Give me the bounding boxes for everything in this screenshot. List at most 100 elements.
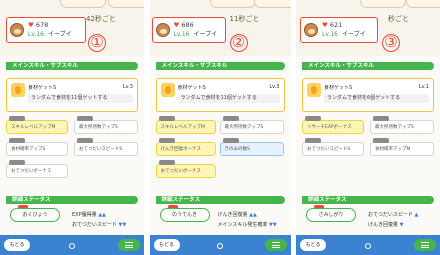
pokemon-name: イーブイ [193,31,218,38]
section-title: メインスキル・サブスキル [155,62,285,70]
menu-button[interactable] [264,239,287,251]
pokemon-panel-3: 秒ごと ♥ 621 Lv.16 イーブイ ③ メインスキル・サブスキル 食材ゲットS… [296,0,440,255]
decor-shape [209,0,256,8]
nature-pill[interactable]: さみしがり [306,208,356,222]
level-label: Lv.16 [173,31,190,38]
nature-pill[interactable]: のうてんき [159,208,210,222]
subskill-chip[interactable]: 食材確率アップM [370,138,434,156]
number-badge: ② [229,34,248,52]
stat-down-label: おてつだいスピード [72,222,117,228]
section-title: メインスキル・サブスキル [302,62,434,70]
stat-up-label: おてつだいスピード [368,212,413,218]
level-badge [222,116,239,121]
level-badge [222,138,239,143]
stats-title: 詳細ステータス [155,196,285,204]
level-badge [9,116,25,121]
main-skill-card[interactable]: 食材ゲットS Lv.3 ランダムで食材を11個ゲットする [6,78,138,112]
ingredient-icon [307,83,321,97]
decor-shape [360,0,406,8]
back-button[interactable]: もどる [4,239,30,251]
arrow-up-icon: ▲▲ [98,212,106,218]
level-badge [158,116,175,121]
subskill-chip[interactable]: 最大所持数アップS [370,116,434,134]
subskill-chip[interactable]: 食材確率アップS [6,138,68,156]
stat-down-label: メインスキル発生確率 [217,222,268,228]
home-dot-icon[interactable] [365,243,371,249]
back-button[interactable]: もどる [153,239,180,251]
subskill-chip[interactable]: おてつだいボーナス [155,160,216,178]
pokemon-icon [155,23,170,37]
level-badge [77,138,93,143]
menu-button[interactable] [414,239,436,251]
subskill-chip[interactable]: げんき回復ボーナス [155,138,216,156]
skill-description: ランダムで食材を11個ゲットする [177,94,280,103]
skill-name: 食材ゲットS [28,85,57,91]
arrow-down-icon: ▼▼ [269,222,277,228]
time-text: 秒ごと [388,15,409,23]
pokemon-icon [10,23,24,37]
pokemon-panel-1: 42秒ごと ♥ 678 Lv.16 イーブイ ① メインスキル・サブスキル 食材ゲッ… [0,0,144,255]
decor-shape [108,0,144,8]
subskill-chip[interactable]: おてつだいスピードS [302,138,364,156]
skill-level: Lv.3 [122,84,133,90]
skill-name: 食材ゲットS [324,85,353,91]
level-badge [373,116,389,121]
time-text: 42秒ごと [86,15,116,23]
bottom-bar: もどる [296,235,440,255]
level-badge [77,116,93,121]
level-label: Lv.16 [28,31,44,38]
number-badge: ③ [382,34,400,52]
pokemon-name: イーブイ [341,31,366,38]
home-dot-icon[interactable] [69,243,75,249]
pokemon-card[interactable]: ♥ 678 Lv.16 イーブイ [6,17,86,43]
skill-level: Lv.3 [269,84,280,90]
subskill-chip[interactable]: リサーチEXPボーナス [302,116,364,134]
bottom-bar: もどる [0,235,144,255]
pokemon-icon [304,23,318,37]
menu-button[interactable] [118,239,140,251]
number-badge: ① [88,34,106,52]
subskill-chip[interactable]: おてつだいスピードS [74,138,138,156]
level-label: Lv.16 [322,31,338,38]
level-badge [158,160,175,165]
subskill-chip[interactable]: 最大所持数アップS [74,116,138,134]
decor-shape [406,0,440,8]
stat-up-label: げんき回復量 [217,212,248,218]
subskill-chip[interactable]: おてつだいボーナス [6,160,68,178]
stats-title: 詳細ステータス [6,196,138,204]
skill-description: ランダムで食材を6個ゲットする [324,94,429,103]
bottom-bar: もどる [149,235,291,255]
main-skill-card[interactable]: 食材ゲットS Lv.1 ランダムで食材を6個ゲットする [302,78,434,112]
pokemon-card[interactable]: ♥ 621 Lv.16 イーブイ [300,17,378,43]
arrow-down-icon: ▼▼ [118,222,127,228]
cp-value: 621 [329,21,343,29]
heart-icon: ♥ [322,21,328,29]
section-title: メインスキル・サブスキル [6,62,138,70]
back-button[interactable]: もどる [300,239,326,251]
arrow-down-icon: ▼ [399,222,404,228]
subskill-chip[interactable]: スキルレベルアップM [6,116,68,134]
stat-down-label: げんき回復量 [368,222,399,228]
pokemon-name: イーブイ [47,31,72,38]
arrow-up-icon: ▲ [414,212,419,218]
subskill-chip[interactable]: きのみの数S [219,138,284,156]
skill-description: ランダムで食材を11個ゲットする [28,94,133,103]
decor-shape [253,0,291,8]
level-badge [305,138,321,143]
ingredient-icon [11,83,25,97]
home-dot-icon[interactable] [217,243,223,249]
cp-value: 686 [181,21,194,29]
level-badge [9,138,25,143]
subskill-chip[interactable]: 最大所持数アップS [219,116,284,134]
level-badge [373,138,389,143]
pokemon-panel-2: 11秒ごと ♥ 686 Lv.16 イーブイ ② メインスキル・サブスキル 食材ゲッ… [149,0,291,255]
arrow-up-icon: ▲▲ [249,212,257,218]
level-badge [305,116,321,121]
nature-pill[interactable]: おくびょう [10,208,60,222]
level-badge [9,160,25,165]
pokemon-card[interactable]: ♥ 686 Lv.16 イーブイ [151,17,226,43]
subskill-chip[interactable]: スキルレベルアップM [155,116,216,134]
main-skill-card[interactable]: 食材ゲットS Lv.3 ランダムで食材を11個ゲットする [155,78,285,112]
heart-icon: ♥ [28,21,34,29]
ingredient-icon [160,83,175,97]
